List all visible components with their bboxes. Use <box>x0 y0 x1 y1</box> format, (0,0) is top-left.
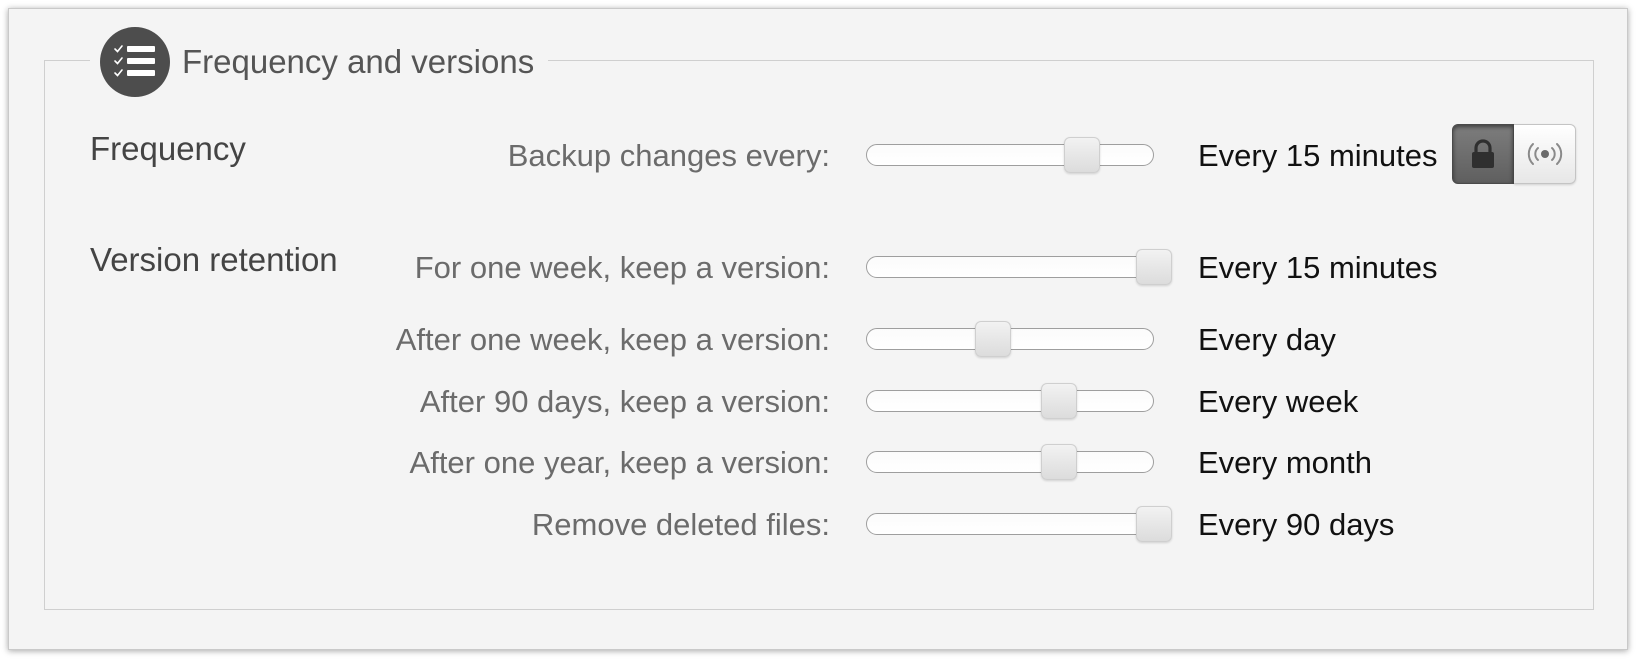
backup-frequency-slider[interactable] <box>866 137 1154 173</box>
backup-frequency-value: Every 15 minutes <box>1198 138 1438 173</box>
slider-thumb[interactable] <box>974 321 1011 357</box>
broadcast-button[interactable] <box>1514 124 1576 184</box>
group-header: Frequency and versions <box>90 22 549 102</box>
after-one-week-slider[interactable] <box>866 321 1154 357</box>
after-one-year-value: Every month <box>1198 445 1373 480</box>
after-90-days-row: After 90 days, keep a version: Every wee… <box>0 382 1640 422</box>
slider-track[interactable] <box>866 451 1154 473</box>
lock-icon <box>1472 139 1494 168</box>
broadcast-icon <box>1527 143 1562 165</box>
after-one-week-value: Every day <box>1198 322 1336 357</box>
one-week-row: For one week, keep a version: Every 15 m… <box>0 248 1640 288</box>
after-90-days-slider[interactable] <box>866 383 1154 419</box>
slider-track[interactable] <box>866 513 1154 535</box>
after-one-year-slider[interactable] <box>866 444 1154 480</box>
backup-frequency-row: Backup changes every: Every 15 minutes <box>0 136 1640 176</box>
slider-thumb[interactable] <box>1064 137 1100 173</box>
after-one-week-label: After one week, keep a version: <box>395 322 830 357</box>
slider-track[interactable] <box>866 144 1154 166</box>
checklist-icon <box>100 27 170 97</box>
remove-deleted-label: Remove deleted files: <box>531 507 830 542</box>
after-one-week-row: After one week, keep a version: Every da… <box>0 320 1640 360</box>
group-title: Frequency and versions <box>182 43 535 80</box>
one-week-label: For one week, keep a version: <box>414 250 830 285</box>
after-90-days-label: After 90 days, keep a version: <box>419 384 830 419</box>
one-week-value: Every 15 minutes <box>1198 250 1438 285</box>
mode-toggle-group <box>1452 124 1576 184</box>
lock-button[interactable] <box>1452 124 1514 184</box>
after-one-year-row: After one year, keep a version: Every mo… <box>0 443 1640 483</box>
after-one-year-label: After one year, keep a version: <box>409 445 830 480</box>
slider-track[interactable] <box>866 256 1154 278</box>
remove-deleted-value: Every 90 days <box>1198 507 1395 542</box>
remove-deleted-slider[interactable] <box>866 506 1172 542</box>
slider-track[interactable] <box>866 390 1154 412</box>
slider-thumb[interactable] <box>1040 383 1077 419</box>
slider-thumb[interactable] <box>1136 506 1172 542</box>
backup-frequency-label: Backup changes every: <box>507 138 830 173</box>
one-week-slider[interactable] <box>866 249 1172 285</box>
slider-thumb[interactable] <box>1136 249 1172 285</box>
remove-deleted-row: Remove deleted files: Every 90 days <box>0 505 1640 545</box>
slider-thumb[interactable] <box>1040 444 1077 480</box>
after-90-days-value: Every week <box>1198 384 1359 419</box>
